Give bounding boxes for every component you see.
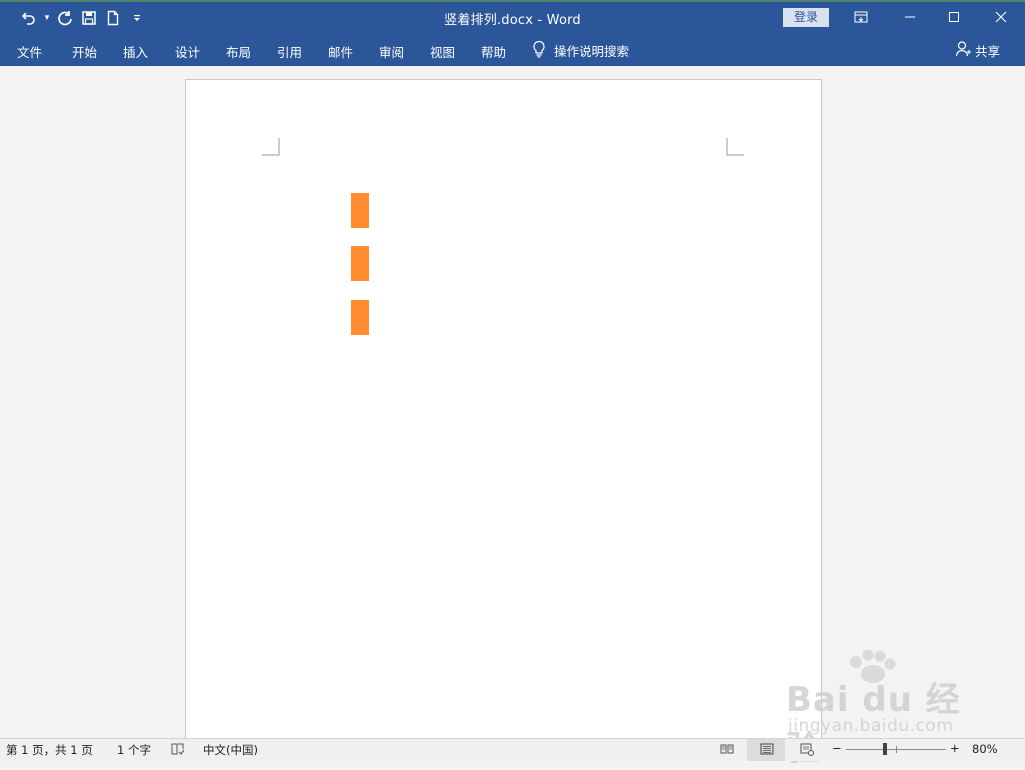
maximize-icon[interactable] <box>942 7 966 27</box>
status-bar: 第 1 页，共 1 页 1 个字 中文(中国) − + 80% <box>0 738 1025 761</box>
word-count[interactable]: 1 个字 <box>117 742 151 758</box>
web-layout-icon[interactable] <box>800 742 814 759</box>
tab-review[interactable]: 审阅 <box>379 42 404 61</box>
orange-rectangle-1[interactable] <box>351 193 369 228</box>
zoom-in-button[interactable]: + <box>950 741 960 755</box>
language-indicator[interactable]: 中文(中国) <box>203 742 258 758</box>
proofing-icon[interactable] <box>171 742 185 759</box>
close-icon[interactable] <box>989 7 1013 27</box>
zoom-slider-center-tick <box>896 746 897 753</box>
person-icon <box>955 40 971 61</box>
tab-references[interactable]: 引用 <box>277 42 302 61</box>
tell-me-label: 操作说明搜索 <box>554 44 630 59</box>
orange-rectangle-3[interactable] <box>351 300 369 335</box>
share-label: 共享 <box>975 44 1001 59</box>
tab-home[interactable]: 开始 <box>72 42 97 61</box>
crop-mark-top-right <box>726 138 744 156</box>
title-bar-edge <box>0 0 1025 2</box>
read-mode-icon[interactable] <box>720 742 734 759</box>
zoom-level[interactable]: 80% <box>972 742 998 756</box>
tab-design[interactable]: 设计 <box>175 42 200 61</box>
print-layout-icon[interactable] <box>760 742 774 759</box>
title-bar: ▾ 竖着排列.docx - Word 登录 <box>0 0 1025 34</box>
ribbon-display-options-icon[interactable] <box>849 7 873 27</box>
lightbulb-icon <box>532 40 546 61</box>
login-button[interactable]: 登录 <box>783 8 829 27</box>
document-page[interactable] <box>185 79 822 761</box>
minimize-icon[interactable] <box>898 7 922 27</box>
vertical-scrollbar[interactable] <box>1017 66 1025 738</box>
zoom-slider-thumb[interactable] <box>883 743 887 755</box>
page-count[interactable]: 第 1 页，共 1 页 <box>6 742 93 758</box>
tab-layout[interactable]: 布局 <box>226 42 251 61</box>
ribbon-tabs: 文件 开始 插入 设计 布局 引用 邮件 审阅 视图 帮助 操作说明搜索 共享 <box>0 34 1025 66</box>
tab-file[interactable]: 文件 <box>17 42 42 61</box>
zoom-out-button[interactable]: − <box>832 741 842 755</box>
tab-view[interactable]: 视图 <box>430 42 455 61</box>
tab-mailings[interactable]: 邮件 <box>328 42 353 61</box>
watermark-url: jingyan.baidu.com <box>788 716 954 736</box>
orange-rectangle-2[interactable] <box>351 246 369 281</box>
tab-help[interactable]: 帮助 <box>481 42 506 61</box>
share-button[interactable]: 共享 <box>955 40 1000 61</box>
tab-insert[interactable]: 插入 <box>123 42 148 61</box>
document-workspace[interactable] <box>0 66 1025 761</box>
tell-me-search[interactable]: 操作说明搜索 <box>532 40 629 61</box>
baidu-jingyan-watermark: Bai du 经验 jingyan.baidu.com <box>786 650 986 769</box>
crop-mark-top-left <box>262 138 280 156</box>
